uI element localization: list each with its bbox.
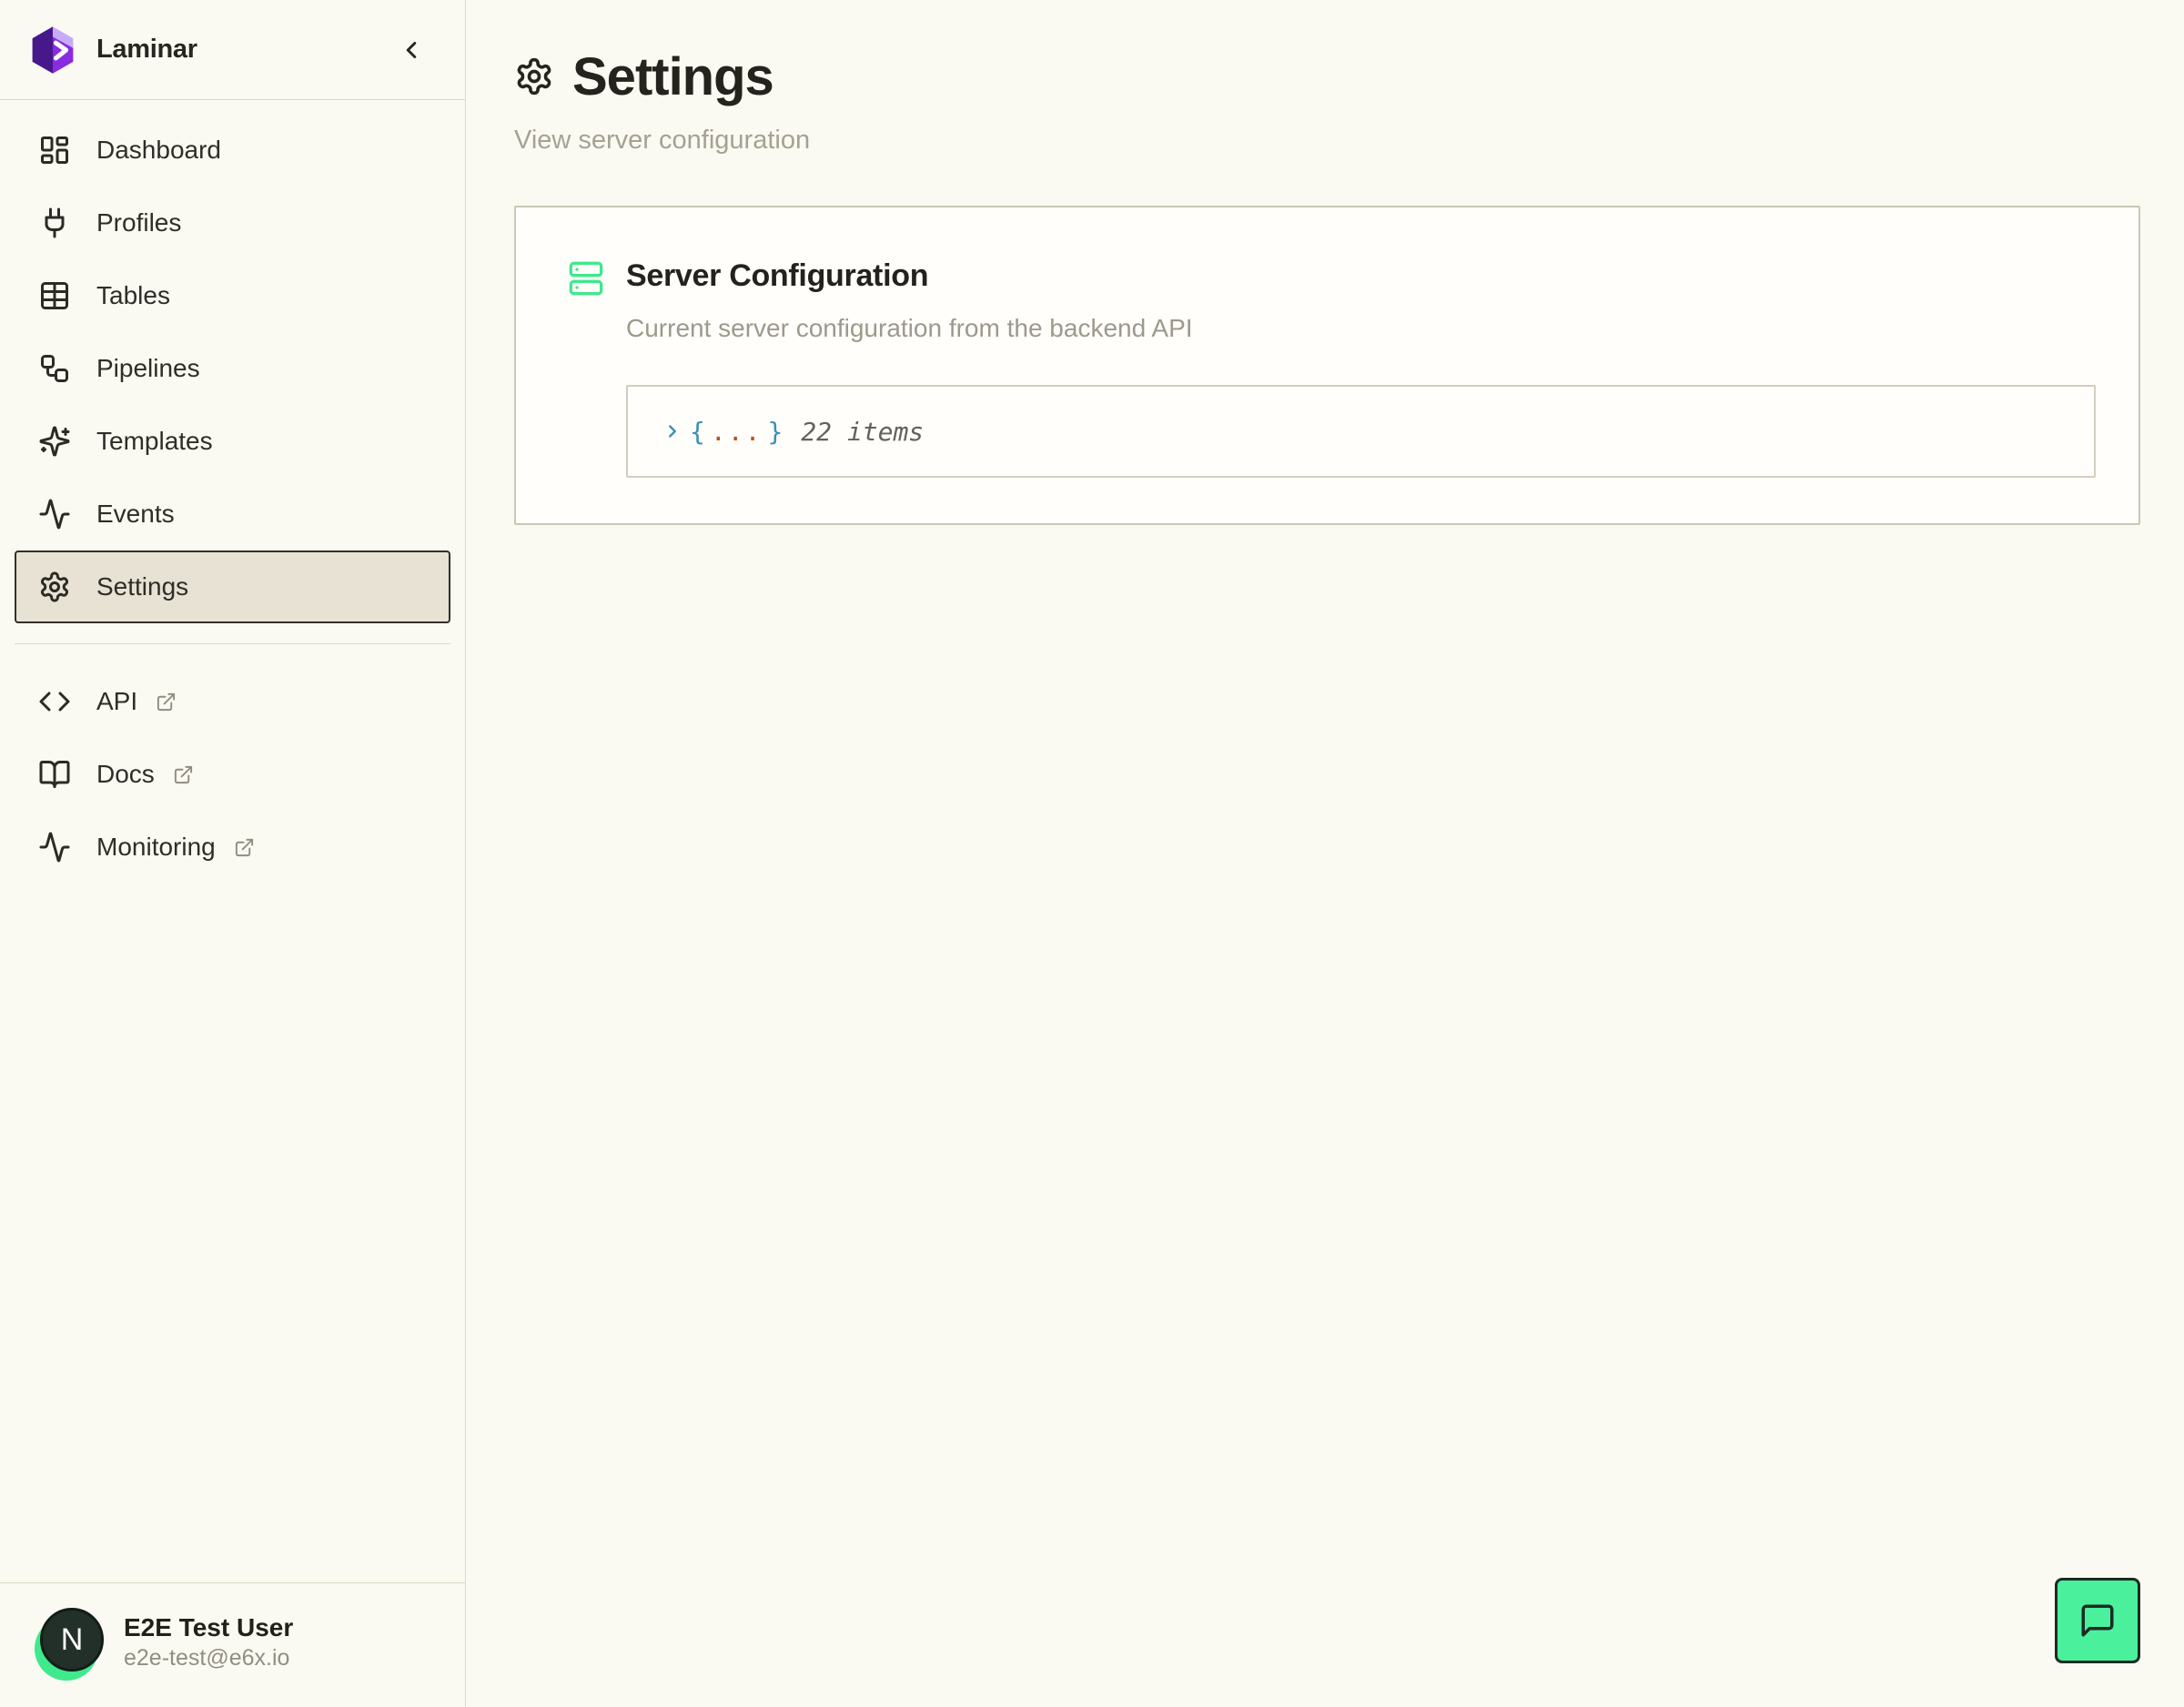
external-link-icon bbox=[156, 692, 177, 712]
sidebar-item-events[interactable]: Events bbox=[15, 478, 450, 550]
sidebar-item-templates[interactable]: Templates bbox=[15, 405, 450, 478]
table-icon bbox=[38, 279, 71, 312]
card-header: Server Configuration Current server conf… bbox=[568, 258, 2093, 343]
avatar: N bbox=[35, 1606, 104, 1679]
server-configuration-card: Server Configuration Current server conf… bbox=[514, 206, 2140, 525]
activity-icon bbox=[38, 498, 71, 530]
main-content: Settings View server configuration Serve… bbox=[466, 0, 2184, 1707]
sidebar-item-api[interactable]: API bbox=[15, 665, 450, 738]
sidebar-item-label: Pipelines bbox=[96, 354, 200, 383]
chevron-left-icon bbox=[398, 36, 425, 64]
json-open-brace: { bbox=[690, 417, 705, 447]
gear-icon bbox=[514, 56, 554, 96]
sidebar: Laminar Dashboard Profiles Tables Pipeli… bbox=[0, 0, 466, 1707]
message-square-icon bbox=[2078, 1601, 2117, 1640]
avatar-initial: N bbox=[40, 1608, 104, 1672]
sidebar-item-profiles[interactable]: Profiles bbox=[15, 187, 450, 259]
sidebar-item-label: API bbox=[96, 687, 137, 716]
sidebar-item-label: Monitoring bbox=[96, 833, 216, 862]
sidebar-nav: Dashboard Profiles Tables Pipelines Temp… bbox=[0, 100, 465, 1582]
sidebar-item-docs[interactable]: Docs bbox=[15, 738, 450, 811]
dashboard-icon bbox=[38, 134, 71, 167]
sidebar-item-label: Profiles bbox=[96, 208, 181, 237]
gear-icon bbox=[38, 571, 71, 603]
user-name: E2E Test User bbox=[124, 1611, 293, 1643]
external-link-icon bbox=[234, 837, 255, 858]
plug-icon bbox=[38, 207, 71, 239]
sidebar-item-label: Events bbox=[96, 500, 175, 529]
sidebar-item-label: Dashboard bbox=[96, 136, 221, 165]
sparkles-icon bbox=[38, 425, 71, 458]
sidebar-collapse-button[interactable] bbox=[394, 33, 429, 67]
page-title: Settings bbox=[572, 46, 774, 107]
sidebar-item-tables[interactable]: Tables bbox=[15, 259, 450, 332]
workflow-icon bbox=[38, 352, 71, 385]
json-ellipsis[interactable]: ... bbox=[711, 417, 763, 447]
server-icon bbox=[568, 260, 604, 297]
chevron-right-icon[interactable] bbox=[662, 421, 682, 441]
laminar-logo-icon bbox=[27, 24, 78, 76]
card-subtitle: Current server configuration from the ba… bbox=[626, 314, 1193, 343]
json-items-count: 22 items bbox=[801, 417, 924, 447]
activity-icon bbox=[38, 831, 71, 864]
json-close-brace: } bbox=[767, 417, 783, 447]
card-header-text: Server Configuration Current server conf… bbox=[626, 258, 1193, 343]
sidebar-item-label: Templates bbox=[96, 427, 213, 456]
sidebar-item-dashboard[interactable]: Dashboard bbox=[15, 114, 450, 187]
card-title: Server Configuration bbox=[626, 258, 1193, 294]
sidebar-divider bbox=[15, 643, 450, 644]
sidebar-item-label: Docs bbox=[96, 760, 155, 789]
user-email: e2e-test@e6x.io bbox=[124, 1643, 293, 1673]
book-open-icon bbox=[38, 758, 71, 791]
sidebar-item-label: Tables bbox=[96, 281, 170, 310]
sidebar-header: Laminar bbox=[0, 0, 465, 100]
sidebar-item-pipelines[interactable]: Pipelines bbox=[15, 332, 450, 405]
user-card[interactable]: N E2E Test User e2e-test@e6x.io bbox=[0, 1582, 465, 1707]
sidebar-item-label: Settings bbox=[96, 572, 188, 601]
app-title: Laminar bbox=[96, 35, 197, 65]
sidebar-item-settings[interactable]: Settings bbox=[15, 550, 450, 623]
chat-button[interactable] bbox=[2055, 1578, 2140, 1663]
code-icon bbox=[38, 685, 71, 718]
page-subtitle: View server configuration bbox=[514, 126, 2140, 156]
external-link-icon bbox=[173, 764, 194, 785]
json-viewer: { ... } 22 items bbox=[626, 385, 2096, 478]
sidebar-item-monitoring[interactable]: Monitoring bbox=[15, 811, 450, 884]
json-root-row[interactable]: { ... } 22 items bbox=[662, 417, 924, 447]
user-info: E2E Test User e2e-test@e6x.io bbox=[124, 1611, 293, 1673]
page-heading: Settings bbox=[514, 40, 2140, 113]
